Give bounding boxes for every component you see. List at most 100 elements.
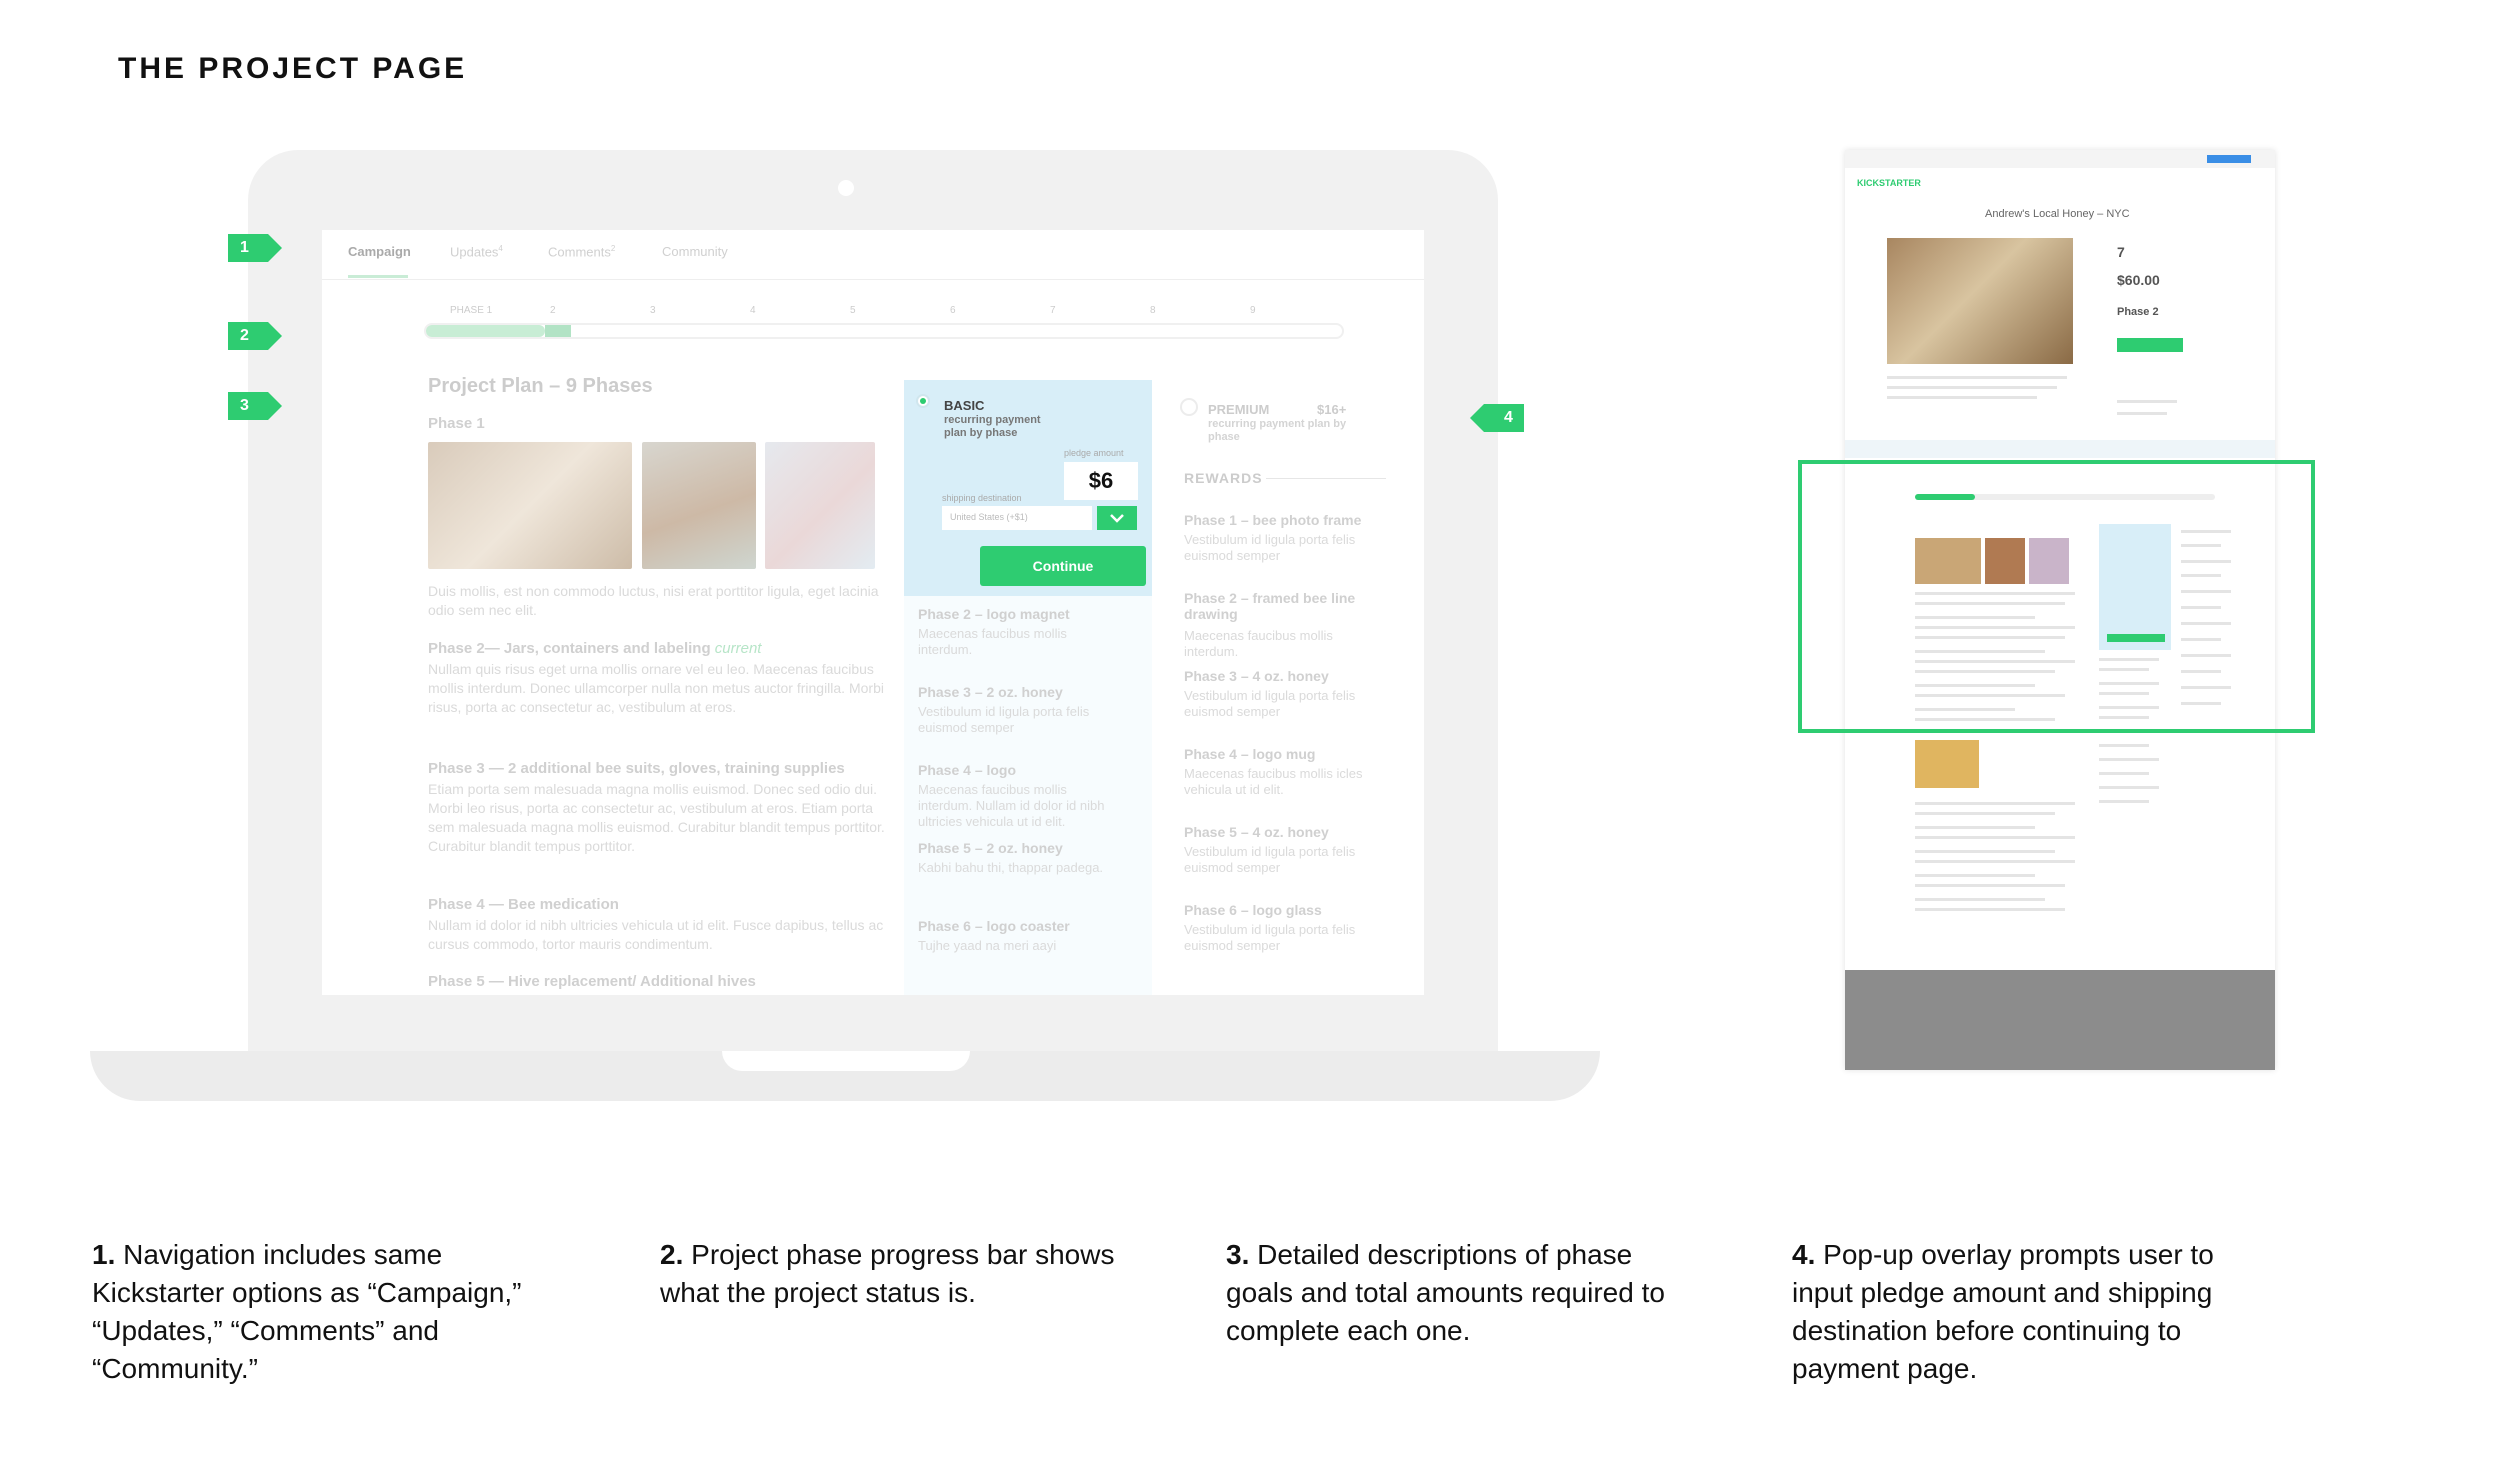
phase-2-title-text: Phase 2— Jars, containers and labeling bbox=[428, 640, 711, 657]
thumb-text-line bbox=[2117, 412, 2167, 415]
thumb-text-line bbox=[1915, 826, 2035, 829]
caption-3: 3. Detailed descriptions of phase goals … bbox=[1226, 1236, 1706, 1350]
premium-reward-title: Phase 1 – bee photo frame bbox=[1184, 512, 1362, 528]
tab-updates-count: 4 bbox=[498, 244, 503, 253]
premium-radio[interactable] bbox=[1180, 398, 1198, 416]
caption-1-num: 1. bbox=[92, 1239, 116, 1270]
reward-title: Phase 3 – 2 oz. honey bbox=[918, 684, 1063, 700]
badge-1: 1 bbox=[228, 234, 282, 262]
premium-reward-text: Vestibulum id ligula porta felis euismod… bbox=[1184, 844, 1356, 875]
phase-label: 7 bbox=[1050, 305, 1056, 316]
tab-community[interactable]: Community bbox=[662, 244, 728, 259]
thumb-honeycomb bbox=[1915, 740, 1979, 788]
thumb-title: Andrew's Local Honey – NYC bbox=[1985, 208, 2130, 220]
rewards-divider bbox=[1266, 478, 1386, 479]
phase-label: 6 bbox=[950, 305, 956, 316]
badge-4: 4 bbox=[1470, 404, 1524, 432]
premium-reward-title: Phase 6 – logo glass bbox=[1184, 902, 1322, 918]
tab-comments-label: Comments bbox=[548, 244, 611, 260]
premium-reward-text: Vestibulum id ligula porta felis euismod… bbox=[1184, 922, 1356, 953]
shipping-label: shipping destination bbox=[942, 493, 1022, 503]
phase-4-text: Nullam id dolor id nibh ultricies vehicu… bbox=[428, 917, 884, 952]
phase-1-title: Phase 1 bbox=[428, 415, 485, 432]
chevron-down-icon bbox=[1110, 513, 1124, 523]
thumb-top-button bbox=[2207, 155, 2251, 163]
phase-1-text: Duis mollis, est non commodo luctus, nis… bbox=[428, 583, 879, 618]
basic-radio[interactable] bbox=[916, 394, 930, 408]
thumb-phase: Phase 2 bbox=[2117, 306, 2159, 318]
phase-2-text: Nullam quis risus eget urna mollis ornar… bbox=[428, 661, 884, 715]
tab-updates[interactable]: Updates4 bbox=[450, 244, 503, 259]
laptop-camera bbox=[838, 180, 854, 196]
phase-label: 8 bbox=[1150, 305, 1156, 316]
pledge-amount-label: pledge amount bbox=[1064, 448, 1124, 458]
caption-3-num: 3. bbox=[1226, 1239, 1250, 1270]
badge-3: 3 bbox=[228, 392, 282, 420]
caption-2-text: Project phase progress bar shows what th… bbox=[660, 1239, 1115, 1308]
thumb-text-line bbox=[1915, 884, 2065, 887]
thumb-text-line bbox=[1915, 874, 2035, 877]
caption-4: 4. Pop-up overlay prompts user to input … bbox=[1792, 1236, 2272, 1388]
highlight-box bbox=[1798, 460, 2315, 733]
premium-reward-title: Phase 2 – framed bee line drawing bbox=[1184, 590, 1356, 622]
reward-title: Phase 4 – logo bbox=[918, 762, 1017, 778]
premium-price: $16+ bbox=[1317, 402, 1347, 417]
rewards-heading: REWARDS bbox=[1184, 470, 1263, 486]
thumb-text-line bbox=[1915, 836, 2075, 839]
phase-label: PHASE 1 bbox=[450, 305, 493, 316]
badge-2: 2 bbox=[228, 322, 282, 350]
thumb-text-line bbox=[1915, 850, 2055, 853]
phase-5-title: Phase 5 — Hive replacement/ Additional h… bbox=[428, 973, 756, 990]
phase-photo-hive bbox=[642, 442, 756, 569]
thumb-backers: 7 bbox=[2117, 244, 2125, 260]
caption-2: 2. Project phase progress bar shows what… bbox=[660, 1236, 1140, 1312]
caption-2-num: 2. bbox=[660, 1239, 684, 1270]
basic-sub: recurring payment plan by phase bbox=[944, 414, 1041, 439]
caption-3-text: Detailed descriptions of phase goals and… bbox=[1226, 1239, 1665, 1346]
pledge-popup: BASIC recurring payment plan by phase pl… bbox=[904, 380, 1152, 596]
tab-comments[interactable]: Comments2 bbox=[548, 244, 615, 259]
project-plan-title: Project Plan – 9 Phases bbox=[428, 375, 653, 397]
thumb-text-line bbox=[2099, 758, 2159, 761]
phase-label: 2 bbox=[550, 305, 556, 316]
reward-text: Tujhe yaad na meri aayi bbox=[918, 938, 1057, 953]
thumb-text-line bbox=[1887, 396, 2037, 399]
premium-reward-text: Vestibulum id ligula porta felis euismod… bbox=[1184, 532, 1356, 563]
reward-text: Maecenas faucibus mollis interdum. Nulla… bbox=[918, 782, 1105, 829]
project-tabs: Campaign Updates4 Comments2 Community bbox=[322, 230, 1424, 280]
thumb-text-line bbox=[1915, 860, 2075, 863]
shipping-dropdown-button[interactable] bbox=[1097, 506, 1137, 530]
premium-reward-text: Maecenas faucibus mollis interdum. bbox=[1184, 628, 1333, 659]
phase-4-title: Phase 4 — Bee medication bbox=[428, 896, 619, 913]
premium-reward-text: Maecenas faucibus mollis icles vehicula … bbox=[1184, 766, 1363, 797]
thumb-back-button bbox=[2117, 338, 2183, 352]
thumb-text-line bbox=[2117, 400, 2177, 403]
tab-updates-label: Updates bbox=[450, 244, 499, 260]
continue-button[interactable]: Continue bbox=[980, 546, 1146, 586]
tab-comments-count: 2 bbox=[610, 244, 616, 253]
caption-1: 1. Navigation includes same Kickstarter … bbox=[92, 1236, 572, 1388]
basic-label: BASIC bbox=[944, 398, 985, 413]
phase-label: 4 bbox=[750, 305, 756, 316]
shipping-select[interactable]: United States (+$1) bbox=[942, 506, 1092, 530]
reward-title: Phase 5 – 2 oz. honey bbox=[918, 840, 1063, 856]
phase-3-text: Etiam porta sem malesuada magna mollis e… bbox=[428, 781, 885, 854]
reward-text: Kabhi bahu thi, thappar padega. bbox=[918, 860, 1104, 875]
progress-fill bbox=[426, 325, 545, 337]
thumb-pledged: $60.00 bbox=[2117, 272, 2160, 288]
premium-sub: recurring payment plan by phase bbox=[1208, 418, 1347, 443]
phase-photo-jars bbox=[428, 442, 632, 569]
thumb-text-line bbox=[1915, 908, 2065, 911]
thumb-text-line bbox=[2099, 800, 2149, 803]
phase-photo-honey bbox=[765, 442, 875, 569]
premium-reward-title: Phase 3 – 4 oz. honey bbox=[1184, 668, 1329, 684]
phase-label: 5 bbox=[850, 305, 856, 316]
pledge-amount-input[interactable]: $6 bbox=[1064, 462, 1138, 500]
current-tag: current bbox=[714, 640, 762, 657]
thumb-text-line bbox=[1887, 376, 2067, 379]
phase-2-title: Phase 2— Jars, containers and labeling c… bbox=[428, 640, 888, 657]
phase-label: 9 bbox=[1250, 305, 1256, 316]
tab-campaign[interactable]: Campaign bbox=[348, 244, 411, 259]
thumb-text-line bbox=[1915, 812, 2055, 815]
thumb-logo: KICKSTARTER bbox=[1857, 178, 1921, 188]
